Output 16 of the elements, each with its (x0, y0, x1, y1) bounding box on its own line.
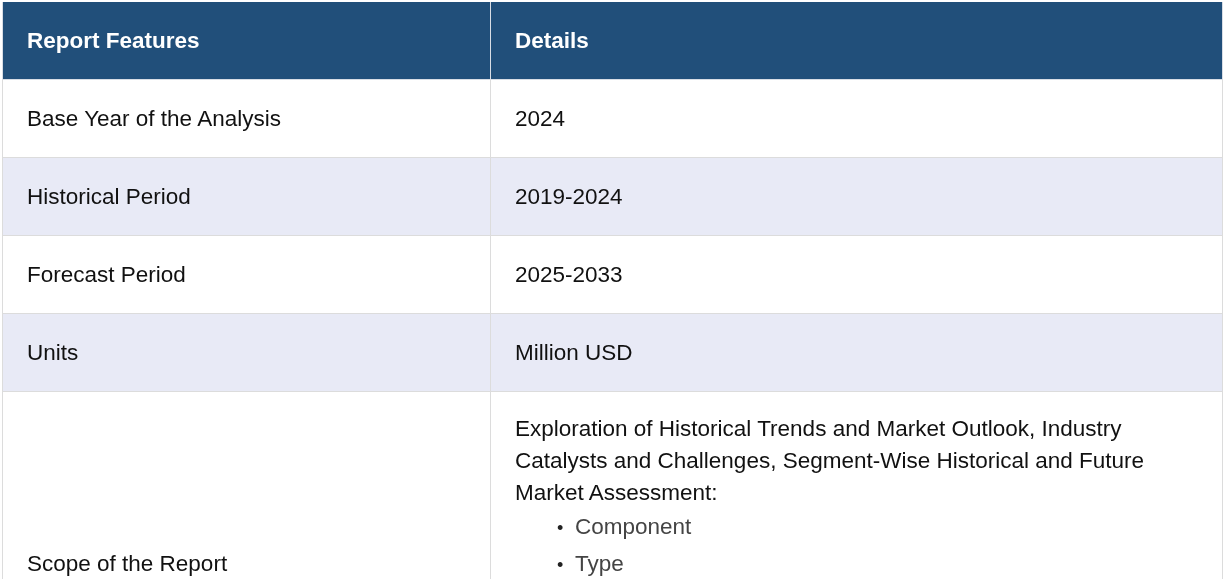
feature-label: Forecast Period (27, 261, 186, 288)
detail-text: 2025-2033 (515, 260, 623, 289)
feature-label: Units (27, 339, 79, 366)
detail-text: 2019-2024 (515, 182, 623, 211)
bullet-icon: • (557, 547, 575, 579)
feature-label: Base Year of the Analysis (27, 105, 281, 132)
feature-label: Scope of the Report (27, 550, 228, 577)
list-item: Type (575, 550, 624, 578)
detail-text: Million USD (515, 338, 633, 367)
list-item: Component (575, 513, 692, 541)
bullet-icon: • (557, 510, 575, 546)
column-header: Details (515, 27, 589, 54)
detail-text: Exploration of Historical Trends and Market Outlook, Industry Catalysts and Challenges, Segment-Wise Historical and Future Market Assessment: (515, 415, 1146, 507)
feature-label: Historical Period (27, 183, 191, 210)
detail-text: 2024 (515, 104, 566, 133)
column-header: Report Features (27, 27, 200, 54)
